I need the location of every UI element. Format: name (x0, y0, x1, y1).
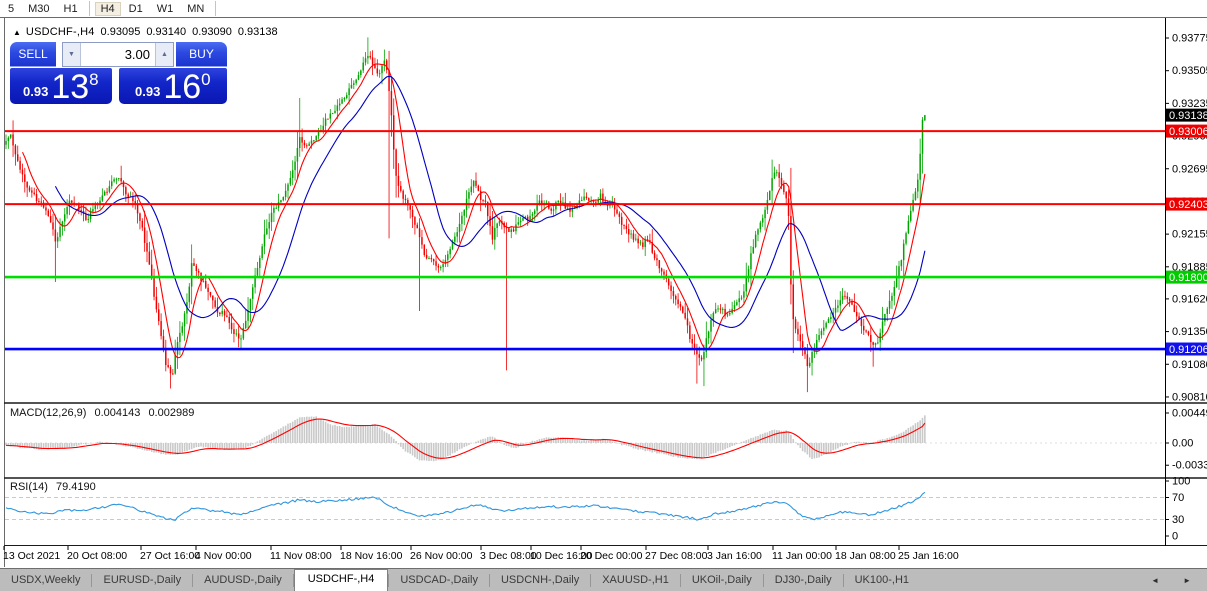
svg-text:0.93006: 0.93006 (1169, 126, 1207, 138)
tab-uk100-h1[interactable]: UK100-,H1 (844, 570, 920, 591)
bar-close: 0.93138 (238, 26, 278, 38)
timeframe-5[interactable]: 5 (2, 2, 20, 16)
svg-text:0: 0 (1172, 531, 1178, 543)
price-badge: 0.93006 (1166, 125, 1207, 139)
tab-audusd-daily[interactable]: AUDUSD-,Daily (193, 570, 293, 591)
macd-label: MACD(12,26,9) 0.004143 0.002989 (10, 407, 199, 419)
price-badge: 0.93138 (1166, 109, 1207, 123)
volume-stepper: ▼ ▲ (62, 42, 174, 67)
timeframe-w1[interactable]: W1 (151, 2, 180, 16)
svg-text:18 Nov 16:00: 18 Nov 16:00 (340, 550, 403, 562)
buy-button[interactable]: BUY (176, 42, 227, 67)
buy-price-pip-digit: 0 (201, 70, 210, 90)
timeframe-toolbar: 5M30H1 H4D1W1MN (0, 0, 1207, 17)
svg-text:11 Jan 00:00: 11 Jan 00:00 (772, 550, 832, 562)
rsi-label: RSI(14) 79.4190 (10, 481, 101, 493)
scroll-right-icon[interactable]: ► (1183, 576, 1191, 585)
bar-high: 0.93140 (146, 26, 186, 38)
svg-text:100: 100 (1172, 476, 1190, 488)
svg-text:-0.003333: -0.003333 (1172, 460, 1207, 472)
up-arrow-icon: ▲ (161, 51, 168, 58)
svg-text:0.93505: 0.93505 (1172, 65, 1207, 77)
timeframe-h1[interactable]: H1 (58, 2, 84, 16)
price-badge: 0.92403 (1166, 198, 1207, 212)
one-click-trading-panel: SELL ▼ ▲ BUY 0.93 13 8 0.93 16 0 (10, 42, 227, 104)
tab-usdx-weekly[interactable]: USDX,Weekly (0, 570, 91, 591)
tab-xauusd-h1[interactable]: XAUUSD-,H1 (591, 570, 680, 591)
macd-signal-value: 0.002989 (148, 407, 194, 419)
tab-usdcnh-daily[interactable]: USDCNH-,Daily (490, 570, 590, 591)
volume-input[interactable] (81, 43, 155, 66)
tab-dj30-daily[interactable]: DJ30-,Daily (764, 570, 843, 591)
svg-text:70: 70 (1172, 492, 1184, 504)
svg-text:20 Oct 08:00: 20 Oct 08:00 (67, 550, 127, 562)
rsi-value: 79.4190 (56, 481, 96, 493)
chart-tab-bar: USDX,WeeklyEURUSD-,DailyAUDUSD-,DailyUSD… (0, 568, 1207, 591)
volume-decrease-button[interactable]: ▼ (63, 43, 81, 66)
svg-text:25 Jan 16:00: 25 Jan 16:00 (898, 550, 959, 562)
bar-open: 0.93095 (101, 26, 141, 38)
svg-text:0.91080: 0.91080 (1172, 359, 1207, 371)
timeframe-d1[interactable]: D1 (123, 2, 149, 16)
sell-price-prefix: 0.93 (23, 84, 48, 99)
svg-text:0.92155: 0.92155 (1172, 229, 1207, 241)
svg-text:27 Oct 16:00: 27 Oct 16:00 (140, 550, 200, 562)
svg-text:0.92403: 0.92403 (1169, 199, 1207, 211)
trade-panel-top-row: SELL ▼ ▲ BUY (10, 42, 227, 67)
time-axis: 13 Oct 2021 20 Oct 08:00 27 Oct 16:004 Nov… (3, 546, 959, 562)
svg-text:0.93138: 0.93138 (1169, 110, 1207, 122)
tab-scroll-arrows: ◄► (1151, 576, 1207, 585)
svg-text:0.91620: 0.91620 (1172, 293, 1207, 305)
buy-price-button[interactable]: 0.93 16 0 (119, 68, 227, 104)
scroll-left-icon[interactable]: ◄ (1151, 576, 1159, 585)
toolbar-separator (215, 1, 216, 16)
volume-increase-button[interactable]: ▲ (155, 43, 173, 66)
svg-text:18 Jan 08:00: 18 Jan 08:00 (835, 550, 896, 562)
chart-symbol-period: USDCHF-,H4 (26, 26, 95, 38)
down-arrow-icon: ▼ (68, 51, 75, 58)
svg-text:27 Dec 08:00: 27 Dec 08:00 (645, 550, 708, 562)
svg-text:13 Oct 2021: 13 Oct 2021 (3, 550, 60, 562)
tab-usdchf-h4[interactable]: USDCHF-,H4 (294, 569, 389, 591)
price-badge: 0.91800 (1166, 271, 1207, 285)
svg-text:0.93235: 0.93235 (1172, 98, 1207, 110)
svg-text:3 Jan 16:00: 3 Jan 16:00 (707, 550, 762, 562)
svg-text:0.00: 0.00 (1172, 438, 1193, 450)
buy-price-prefix: 0.93 (135, 84, 160, 99)
svg-text:3 Dec 08:00: 3 Dec 08:00 (480, 550, 537, 562)
svg-text:0.91350: 0.91350 (1172, 326, 1207, 338)
sell-price-pip-digit: 8 (89, 70, 98, 90)
svg-text:0.92695: 0.92695 (1172, 163, 1207, 175)
sell-button[interactable]: SELL (10, 42, 56, 67)
timeframe-mn[interactable]: MN (181, 2, 210, 16)
macd-main-value: 0.004143 (94, 407, 140, 419)
sell-price-big-digits: 13 (51, 71, 89, 104)
timeframe-h4[interactable]: H4 (95, 2, 121, 16)
svg-text:0.90810: 0.90810 (1172, 391, 1207, 403)
rsi-name: RSI(14) (10, 481, 48, 493)
tab-usdcad-daily[interactable]: USDCAD-,Daily (389, 570, 489, 591)
collapse-panel-icon[interactable]: ▲ (13, 28, 21, 37)
svg-text:4 Nov 00:00: 4 Nov 00:00 (195, 550, 252, 562)
timeframe-m30[interactable]: M30 (22, 2, 55, 16)
rsi-pane[interactable] (5, 479, 1165, 545)
svg-text:30: 30 (1172, 514, 1184, 526)
bar-low: 0.93090 (192, 26, 232, 38)
price-badge: 0.91206 (1166, 343, 1207, 357)
svg-text:0.93775: 0.93775 (1172, 33, 1207, 45)
sell-price-button[interactable]: 0.93 13 8 (10, 68, 112, 104)
buy-price-big-digits: 16 (163, 71, 201, 104)
chart-title: ▲ USDCHF-,H4 0.93095 0.93140 0.93090 0.9… (13, 26, 278, 38)
svg-text:20 Dec 00:00: 20 Dec 00:00 (580, 550, 643, 562)
trade-panel-price-row: 0.93 13 8 0.93 16 0 (10, 68, 227, 104)
svg-text:0.91206: 0.91206 (1169, 344, 1207, 356)
tab-ukoil-daily[interactable]: UKOil-,Daily (681, 570, 763, 591)
svg-text:0.004499: 0.004499 (1172, 407, 1207, 419)
toolbar-separator (89, 1, 90, 16)
tab-eurusd-daily[interactable]: EURUSD-,Daily (92, 570, 192, 591)
svg-text:11 Nov 08:00: 11 Nov 08:00 (270, 550, 332, 562)
svg-text:26 Nov 00:00: 26 Nov 00:00 (410, 550, 473, 562)
macd-name: MACD(12,26,9) (10, 407, 86, 419)
svg-text:0.91800: 0.91800 (1169, 272, 1207, 284)
